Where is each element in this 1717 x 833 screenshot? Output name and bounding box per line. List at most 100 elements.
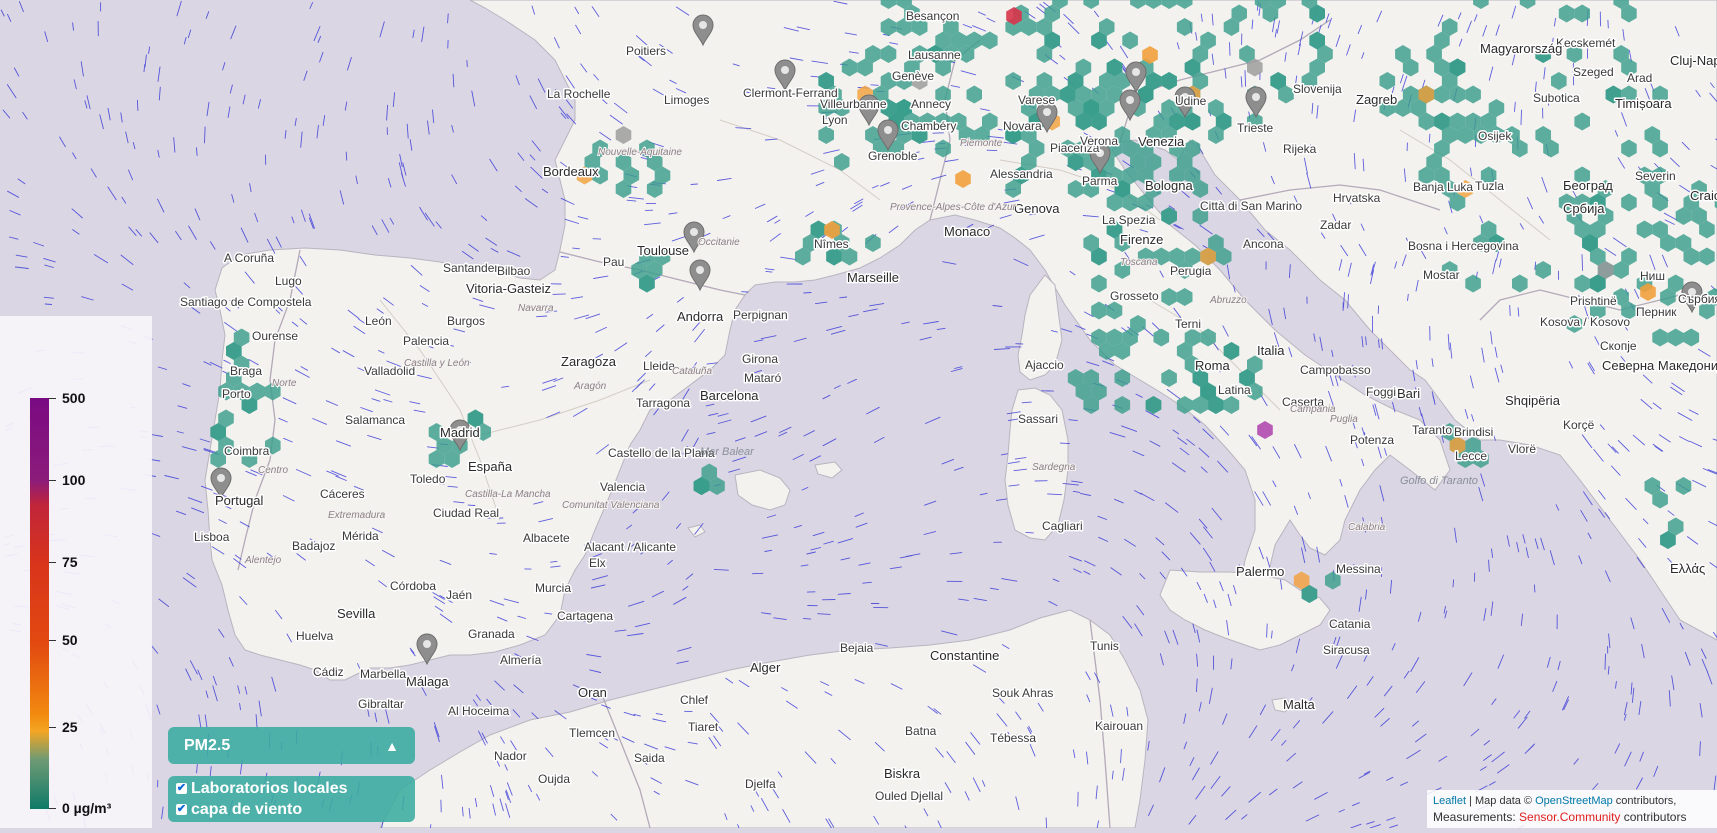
wind-streak [1510,305,1511,315]
svg-text:Sardegna: Sardegna [1032,462,1076,473]
label-pernik: Перник [1636,305,1677,319]
wind-streak [1230,43,1231,56]
label-burgos: Burgos [447,314,485,328]
label-saida: Saida [634,751,665,765]
label-perpignan: Perpignan [733,308,788,322]
label-ajaccio: Ajaccio [1025,358,1064,372]
label-skopje: Скопје [1600,339,1637,353]
label-perugia: Perugia [1170,264,1212,278]
label-vitoria: Vitoria-Gasteiz [466,281,551,296]
label-parma: Parma [1082,174,1118,188]
wind-streak [1429,134,1430,142]
legend-label-500: 500 [62,390,85,406]
label-poitiers: Poitiers [626,44,666,58]
wind-streak [871,85,878,86]
checkbox-icon[interactable]: ✔ [176,783,187,794]
label-vlore: Vlorë [1508,442,1536,456]
label-grosseto: Grosseto [1110,289,1159,303]
label-djelfa: Djelfa [745,777,776,791]
label-andorra: Andorra [677,309,724,324]
svg-text:Norte: Norte [272,378,297,389]
label-palencia: Palencia [403,334,449,348]
label-granada: Granada [468,627,515,641]
label-pau: Pau [603,255,624,269]
wind-streak [1267,624,1268,637]
label-zaragoza: Zaragoza [561,354,617,369]
wind-streak [1026,532,1034,533]
label-grenoble: Grenoble [868,149,918,163]
layer-local-labs[interactable]: ✔ Laboratorios locales [172,778,411,799]
label-madrid: Madrid [440,425,480,440]
label-tebessa: Tébessa [990,731,1036,745]
label-marseille: Marseille [847,270,899,285]
wind-streak [1245,71,1246,87]
svg-text:Toscana: Toscana [1120,257,1158,268]
label-banja-luka: Banja Luka [1413,180,1473,194]
label-valencia: Valencia [600,480,645,494]
wind-streak [1534,585,1535,592]
label-kecskemet: Kecskemét [1556,36,1616,50]
map-canvas[interactable]: Santander Bilbao Vitoria-Gasteiz A Coruñ… [0,0,1717,828]
legend-label-100: 100 [62,472,85,488]
sensor-community-link[interactable]: Sensor.Community [1519,810,1620,824]
legend-label-50: 50 [62,632,78,648]
label-shqiperia: Shqipëria [1505,393,1561,408]
measurements-contributors: contributors [1620,810,1686,824]
label-besancon: Besançon [906,9,959,23]
label-lisboa: Lisboa [194,530,230,544]
svg-text:Provence-Alpes-Côte d'Azur: Provence-Alpes-Côte d'Azur [890,202,1017,213]
label-girona: Girona [742,352,778,366]
label-al-hoceima: Al Hoceima [448,704,510,718]
svg-text:Centro: Centro [258,465,288,476]
label-hrvatska: Hrvatska [1333,191,1381,205]
svg-text:Golfo di Taranto: Golfo di Taranto [1400,475,1478,487]
legend-label-75: 75 [62,554,78,570]
svg-text:Campania: Campania [1290,404,1336,415]
label-lecce: Lecce [1455,449,1487,463]
label-geneve: Genève [892,69,934,83]
label-messina: Messina [1336,562,1381,576]
label-cordoba: Córdoba [390,579,436,593]
label-brindisi: Brindisi [1454,425,1493,439]
pollutant-label: PM2.5 [184,737,230,755]
leaflet-link[interactable]: Leaflet [1433,795,1466,807]
label-craio: Craio [1690,188,1717,203]
osm-link[interactable]: OpenStreetMap [1535,795,1613,807]
label-murcia: Murcia [535,581,571,595]
pollutant-selector[interactable]: PM2.5 ▲ [168,727,415,764]
label-roma: Roma [1195,358,1230,373]
label-coimbra: Coimbra [224,444,270,458]
legend-label-0: 0 µg/m³ [62,800,111,816]
expand-arrow-icon[interactable]: ▲ [385,738,399,754]
label-cagliari: Cagliari [1042,519,1083,533]
label-novara: Novara [1003,119,1042,133]
svg-text:Extremadura: Extremadura [328,510,386,521]
svg-text:Castilla-La Mancha: Castilla-La Mancha [465,489,551,500]
label-malaga: Málaga [406,674,449,689]
label-palermo: Palermo [1236,564,1284,579]
label-a-coruna: A Coruña [224,251,274,265]
label-la-spezia: La Spezia [1102,213,1156,227]
label-potenza: Potenza [1350,433,1394,447]
layer-wind[interactable]: ✔ capa de viento [172,799,411,820]
svg-text:Calabria: Calabria [1348,522,1386,533]
label-annecy: Annecy [911,97,951,111]
layer-wind-label: capa de viento [191,801,302,819]
svg-text:Cataluña: Cataluña [672,366,712,377]
label-lleida: Lleida [643,359,675,373]
label-chlef: Chlef [680,693,709,707]
label-kairouan: Kairouan [1095,719,1143,733]
label-bologna: Bologna [1145,178,1193,193]
label-udine: Udine [1175,94,1207,108]
label-catania: Catania [1329,617,1371,631]
svg-text:Navarra: Navarra [518,303,554,314]
label-zadar: Zadar [1320,218,1351,232]
checkbox-icon[interactable]: ✔ [176,804,187,815]
label-constantine: Constantine [930,648,999,663]
label-alessandria: Alessandria [990,167,1053,181]
label-srbija: Србија [1563,201,1605,216]
label-varese: Varese [1018,93,1055,107]
wind-streak [1582,255,1583,271]
label-tunis: Tunis [1090,639,1119,653]
label-latina: Latina [1218,383,1251,397]
